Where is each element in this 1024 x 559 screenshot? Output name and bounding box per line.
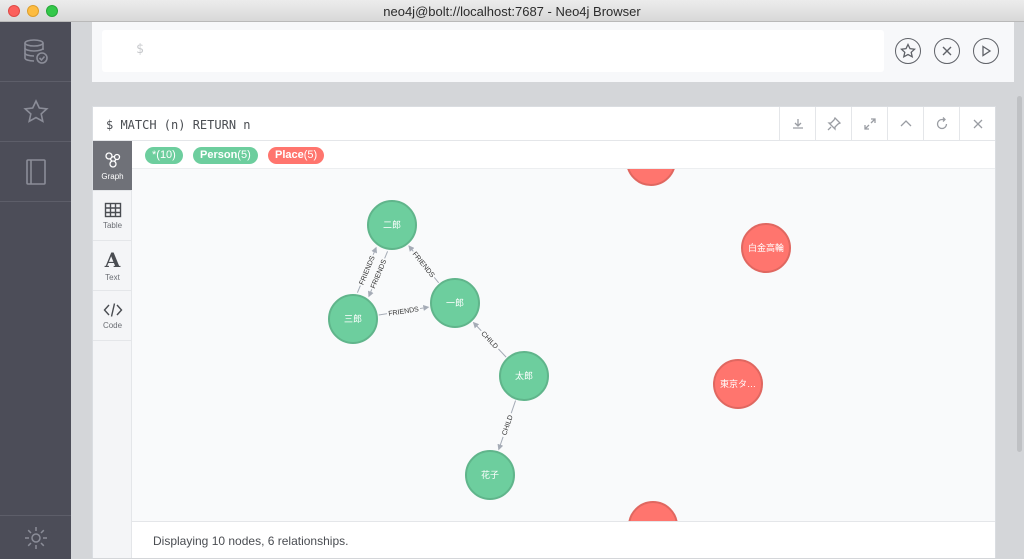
chevron-up-icon	[900, 120, 911, 127]
query-editor-bar: $	[92, 22, 1014, 82]
node-label: 二郎	[383, 219, 401, 230]
database-icon	[23, 38, 48, 64]
legend-person[interactable]: Person(5)	[193, 147, 258, 164]
sidebar-settings-button[interactable]	[0, 515, 71, 559]
table-icon	[104, 202, 121, 217]
rerun-button[interactable]	[923, 107, 959, 141]
place-node[interactable]	[628, 501, 678, 521]
star-icon	[22, 98, 49, 123]
text-icon: A	[104, 247, 121, 272]
download-icon	[792, 119, 803, 129]
node-label: 花子	[481, 469, 499, 480]
legend-place[interactable]: Place(5)	[268, 147, 325, 164]
tab-table[interactable]: Table	[93, 191, 132, 241]
close-frame-button[interactable]	[959, 107, 995, 141]
graph-legend: *(10) Person(5) Place(5)	[132, 141, 995, 169]
graph-canvas[interactable]: FRIENDS FRIENDS FRIENDS FRIENDS CHILD CHILD 二…	[132, 169, 995, 521]
download-button[interactable]	[779, 107, 815, 141]
legend-person-name: Person	[200, 149, 238, 161]
gear-icon	[24, 526, 47, 549]
close-icon	[942, 46, 952, 56]
clear-query-button[interactable]	[934, 38, 960, 64]
relationships-layer: FRIENDSFRIENDS FRIENDSFRIENDSCHILDCHILD	[355, 245, 517, 451]
legend-person-count: (5)	[237, 149, 251, 161]
sidebar-database-button[interactable]	[0, 22, 71, 82]
refresh-icon	[936, 117, 947, 130]
legend-place-count: (5)	[303, 149, 318, 161]
star-icon	[900, 43, 916, 59]
tab-graph-label: Graph	[101, 171, 124, 181]
sidebar-documents-button[interactable]	[0, 142, 71, 202]
frame-header: $ MATCH (n) RETURN n	[93, 107, 995, 141]
node-label: 太郎	[515, 370, 533, 381]
nodes-layer: 二郎三郎 一郎太郎花子 白金高輪東京タ…	[328, 169, 791, 521]
legend-all-count: (10)	[156, 149, 176, 161]
tab-code-label: Code	[102, 320, 123, 330]
tab-table-label: Table	[102, 220, 123, 230]
graph-svg[interactable]: FRIENDSFRIENDS FRIENDSFRIENDSCHILDCHILD 二…	[132, 169, 995, 521]
favorite-query-button[interactable]	[895, 38, 921, 64]
sidebar-favorites-button[interactable]	[0, 82, 71, 142]
relationship-label: FRIENDS	[411, 251, 436, 280]
play-icon	[982, 45, 992, 57]
editor-prompt: $	[136, 42, 144, 57]
node-label: 一郎	[446, 297, 464, 308]
tab-graph[interactable]: Graph	[93, 141, 132, 191]
view-tabs: Graph Table A Text Code	[93, 141, 132, 558]
result-frame: $ MATCH (n) RETURN n Graph Table A Text …	[92, 106, 996, 558]
tab-text-label: Text	[105, 272, 120, 282]
node-label: 東京タ…	[720, 378, 756, 389]
status-text: Displaying 10 nodes, 6 relationships.	[153, 534, 349, 548]
book-icon	[25, 158, 46, 185]
close-icon	[973, 119, 982, 129]
run-query-button[interactable]	[973, 38, 999, 64]
status-bar: Displaying 10 nodes, 6 relationships.	[132, 521, 995, 558]
pin-button[interactable]	[815, 107, 851, 141]
node-label: 白金高輪	[748, 242, 784, 253]
frame-command[interactable]: $ MATCH (n) RETURN n	[106, 118, 251, 132]
node-label: 三郎	[344, 313, 362, 324]
fullscreen-button[interactable]	[851, 107, 887, 141]
collapse-button[interactable]	[887, 107, 923, 141]
query-editor[interactable]: $	[102, 30, 884, 72]
code-icon	[103, 302, 122, 317]
legend-place-name: Place	[275, 149, 304, 161]
legend-all-nodes[interactable]: *(10)	[145, 147, 183, 164]
relationship-label: CHILD	[501, 414, 514, 436]
graph-icon	[104, 151, 120, 168]
place-node[interactable]	[627, 169, 675, 186]
tab-code[interactable]: Code	[93, 291, 132, 341]
pin-icon	[826, 117, 841, 131]
sidebar	[0, 22, 71, 559]
window-titlebar: neo4j@bolt://localhost:7687 - Neo4j Brow…	[0, 0, 1024, 22]
expand-icon	[863, 118, 876, 130]
tab-text[interactable]: A Text	[93, 241, 132, 291]
scrollbar-thumb[interactable]	[1017, 96, 1022, 452]
window-title: neo4j@bolt://localhost:7687 - Neo4j Brow…	[383, 4, 641, 19]
